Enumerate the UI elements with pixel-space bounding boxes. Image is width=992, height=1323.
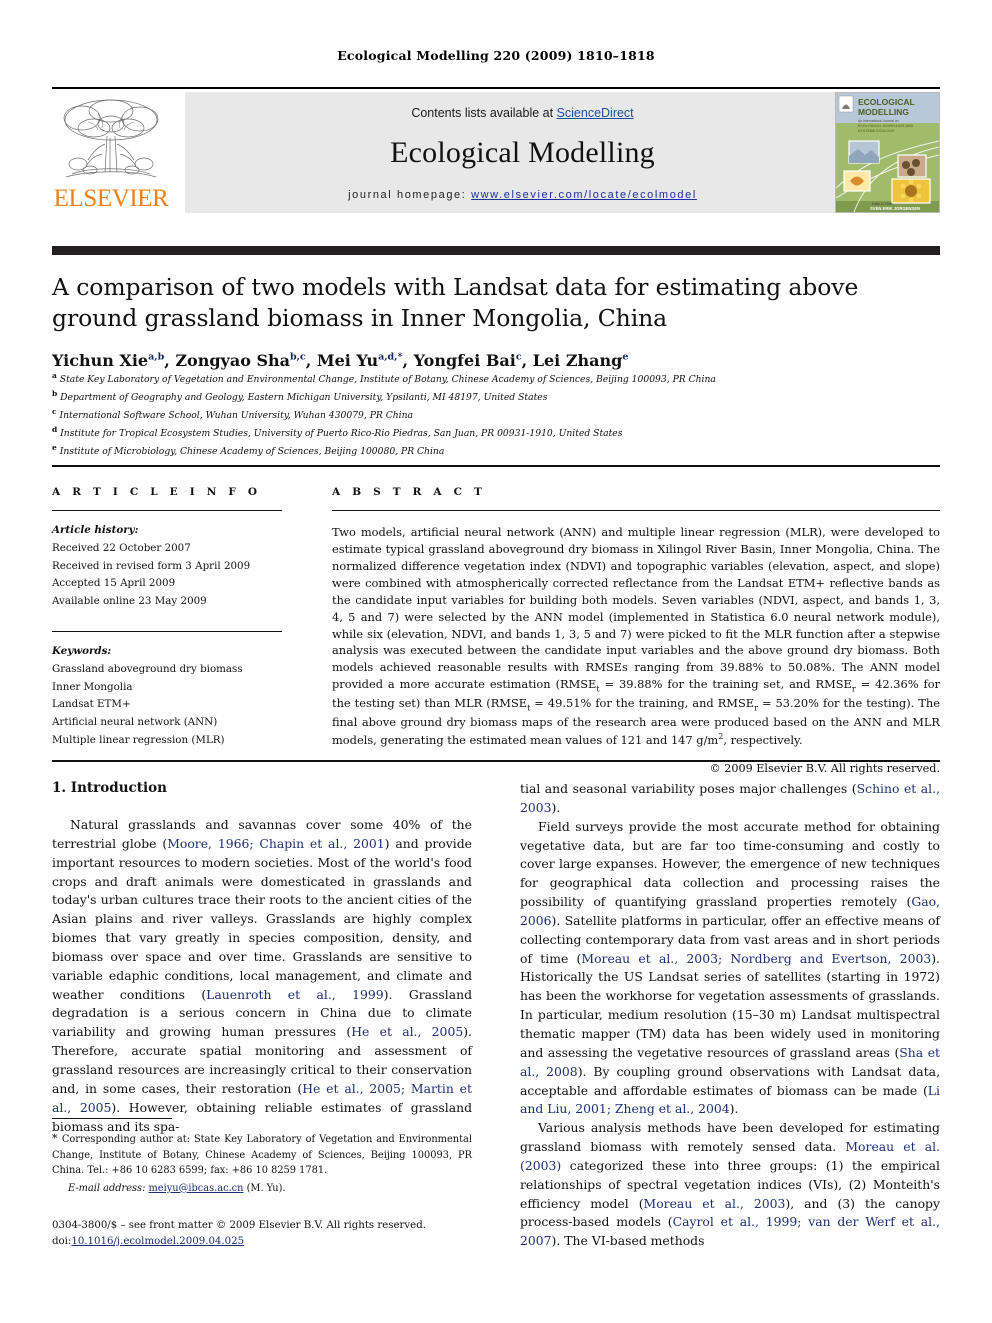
citation-link[interactable]: Gao, 2006 — [520, 894, 940, 928]
elsevier-tree-icon — [63, 99, 159, 178]
journal-header-band: ELSEVIER Contents lists available at Sci… — [52, 92, 940, 213]
journal-title: Ecological Modelling — [390, 136, 655, 169]
issn-line: 0304-3800/$ – see front matter © 2009 El… — [52, 1220, 426, 1232]
footnote-area: * Corresponding author at: State Key Lab… — [52, 1118, 472, 1250]
contents-available-line: Contents lists available at ScienceDirec… — [185, 106, 860, 120]
abstract-column: A B S T R A C T Two models, artificial n… — [332, 486, 940, 775]
article-history-item: Received 22 October 2007 — [52, 542, 191, 554]
homepage-prefix: journal homepage: — [348, 189, 467, 201]
svg-text:An International Journal on: An International Journal on — [858, 119, 899, 123]
author-name[interactable]: Yichun Xie — [52, 351, 148, 370]
keyword-item: Artificial neural network (ANN) — [52, 715, 218, 728]
doi-line: doi:10.1016/j.ecolmodel.2009.04.025 — [52, 1236, 245, 1248]
author-name[interactable]: Zongyao Sha — [175, 351, 290, 370]
running-head: Ecological Modelling 220 (2009) 1810–181… — [337, 48, 655, 63]
citation-link[interactable]: Moreau et al. (2003) — [520, 1139, 940, 1173]
intro-paragraph-right-2: Field surveys provide the most accurate … — [520, 818, 941, 1117]
citation-link[interactable]: Lauenroth et al., 1999 — [206, 987, 383, 1002]
keyword-item: Multiple linear regression (MLR) — [52, 733, 225, 746]
article-info-column: A R T I C L E I N F O Article history: R… — [52, 486, 282, 749]
svg-text:SYSTEMS ECOLOGY: SYSTEMS ECOLOGY — [858, 129, 895, 133]
issn-copyright-block: 0304-3800/$ – see front matter © 2009 El… — [52, 1218, 472, 1250]
article-history-item: Accepted 15 April 2009 — [52, 577, 176, 590]
body-column-right: tial and seasonal variability poses majo… — [520, 780, 940, 1251]
header-top-rule — [52, 87, 940, 89]
keyword-item: Landsat ETM+ — [52, 698, 131, 711]
author-affiliation-mark: a,d,* — [378, 351, 403, 363]
author-name[interactable]: Lei Zhang — [533, 351, 623, 370]
citation-link[interactable]: Moreau et al., 2003; Nordberg and Everts… — [581, 951, 931, 966]
keywords-block: Keywords: Grassland aboveground dry biom… — [52, 643, 282, 749]
elsevier-logo[interactable]: ELSEVIER — [52, 94, 170, 213]
article-history-item: Received in revised form 3 April 2009 — [52, 559, 251, 572]
affiliation-list: a State Key Laboratory of Vegetation and… — [52, 370, 940, 460]
contents-prefix: Contents lists available at — [411, 106, 557, 120]
affiliation-item: a State Key Laboratory of Vegetation and… — [52, 371, 716, 386]
intro-paragraph-right-1: tial and seasonal variability poses majo… — [520, 781, 941, 815]
body-column-left: 1. Introduction Natural grasslands and s… — [52, 780, 472, 1136]
abstract-text: Two models, artificial neural network (A… — [332, 525, 940, 748]
author-affiliation-mark: c — [515, 351, 522, 363]
abstract-top-rule — [52, 465, 940, 467]
article-history-items: Received 22 October 2007 Received in revi… — [52, 540, 282, 611]
journal-article-page: Ecological Modelling 220 (2009) 1810–181… — [0, 0, 992, 1323]
author-name[interactable]: Mei Yu — [317, 351, 378, 370]
article-history-block: Article history: Received 22 October 200… — [52, 522, 282, 611]
footnote-rule — [52, 1118, 172, 1120]
article-history-label: Article history: — [52, 524, 139, 537]
email-note: E-mail address: meiyu@ibcas.ac.cn (M. Yu… — [68, 1182, 286, 1194]
affiliation-item: d Institute for Tropical Ecosystem Studi… — [52, 424, 623, 439]
cover-artwork-icon: ECOLOGICAL MODELLING An International Jo… — [836, 93, 939, 212]
keyword-item: Inner Mongolia — [52, 680, 133, 693]
abstract-bottom-rule — [52, 760, 940, 762]
citation-link[interactable]: Li and Liu, 2001; Zheng et al., 2004 — [520, 1083, 940, 1117]
section-heading-introduction: 1. Introduction — [52, 780, 167, 796]
citation-link[interactable]: He et al., 2005; Martin et al., 2005 — [52, 1081, 472, 1115]
affiliation-item: c International Software School, Wuhan U… — [52, 406, 414, 421]
intro-paragraph-left: Natural grasslands and savannas cover so… — [52, 817, 473, 1134]
citation-link[interactable]: He et al., 2005 — [351, 1024, 463, 1039]
citation-link[interactable]: Sha et al., 2008 — [520, 1045, 940, 1079]
sciencedirect-link[interactable]: ScienceDirect — [557, 106, 634, 120]
citation-link[interactable]: Moreau et al., 2003 — [644, 1196, 786, 1211]
journal-homepage-line: journal homepage: www.elsevier.com/locat… — [185, 189, 860, 201]
keywords-divider — [52, 630, 282, 633]
journal-cover-thumbnail[interactable]: ECOLOGICAL MODELLING An International Jo… — [835, 92, 940, 213]
affiliation-item: b Department of Geography and Geology, E… — [52, 388, 548, 404]
keyword-items: Grassland aboveground dry biomass Inner M… — [52, 661, 282, 750]
elsevier-wordmark: ELSEVIER — [53, 185, 169, 212]
abstract-divider — [332, 510, 940, 512]
title-block: A comparison of two models with Landsat … — [52, 272, 940, 370]
doi-link[interactable]: 10.1016/j.ecolmodel.2009.04.025 — [71, 1236, 244, 1247]
abstract-heading: A B S T R A C T — [332, 486, 487, 498]
svg-text:MODELLING: MODELLING — [858, 107, 909, 117]
copyright-line: © 2009 Elsevier B.V. All rights reserved… — [709, 761, 940, 775]
author-name[interactable]: Yongfei Bai — [414, 351, 516, 370]
author-list: Yichun Xiea,b, Zongyao Shab,c, Mei Yua,d… — [52, 350, 629, 370]
author-affiliation-mark: b,c — [290, 351, 306, 363]
article-info-heading: A R T I C L E I N F O — [52, 486, 262, 498]
intro-paragraph-right-3: Various analysis methods have been devel… — [520, 1120, 940, 1249]
article-history-item: Available online 23 May 2009 — [52, 595, 207, 608]
email-label: E-mail address: — [68, 1182, 149, 1194]
citation-link[interactable]: Cayrol et al., 1999; van der Werf et al.… — [520, 1214, 940, 1248]
svg-text:ECOLOGICAL: ECOLOGICAL — [858, 97, 915, 107]
keyword-item: Grassland aboveground dry biomass — [52, 662, 243, 675]
author-affiliation-mark: e — [622, 351, 629, 363]
affiliation-item: e Institute of Microbiology, Chinese Aca… — [52, 442, 445, 457]
footnote-star: * — [52, 1132, 62, 1146]
header-bottom-thick-rule — [52, 246, 940, 255]
keywords-label: Keywords: — [52, 645, 112, 658]
svg-text:ECOLOGICAL MODELLING AND: ECOLOGICAL MODELLING AND — [858, 124, 914, 128]
journal-masthead: Contents lists available at ScienceDirec… — [185, 92, 860, 213]
article-info-divider — [52, 510, 282, 512]
citation-link[interactable]: Schino et al., 2003 — [520, 781, 940, 815]
page-title: A comparison of two models with Landsat … — [52, 273, 859, 333]
corresponding-author-note: * Corresponding author at: State Key Lab… — [52, 1132, 472, 1177]
citation-link[interactable]: Moore, 1966; Chapin et al., 2001 — [167, 836, 384, 851]
author-affiliation-mark: a,b — [148, 351, 165, 363]
email-link[interactable]: meiyu@ibcas.ac.cn — [149, 1183, 244, 1194]
journal-homepage-link[interactable]: www.elsevier.com/locate/ecolmodel — [471, 189, 697, 201]
svg-text:SVEN ERIK JORGENSEN: SVEN ERIK JORGENSEN — [870, 206, 920, 211]
